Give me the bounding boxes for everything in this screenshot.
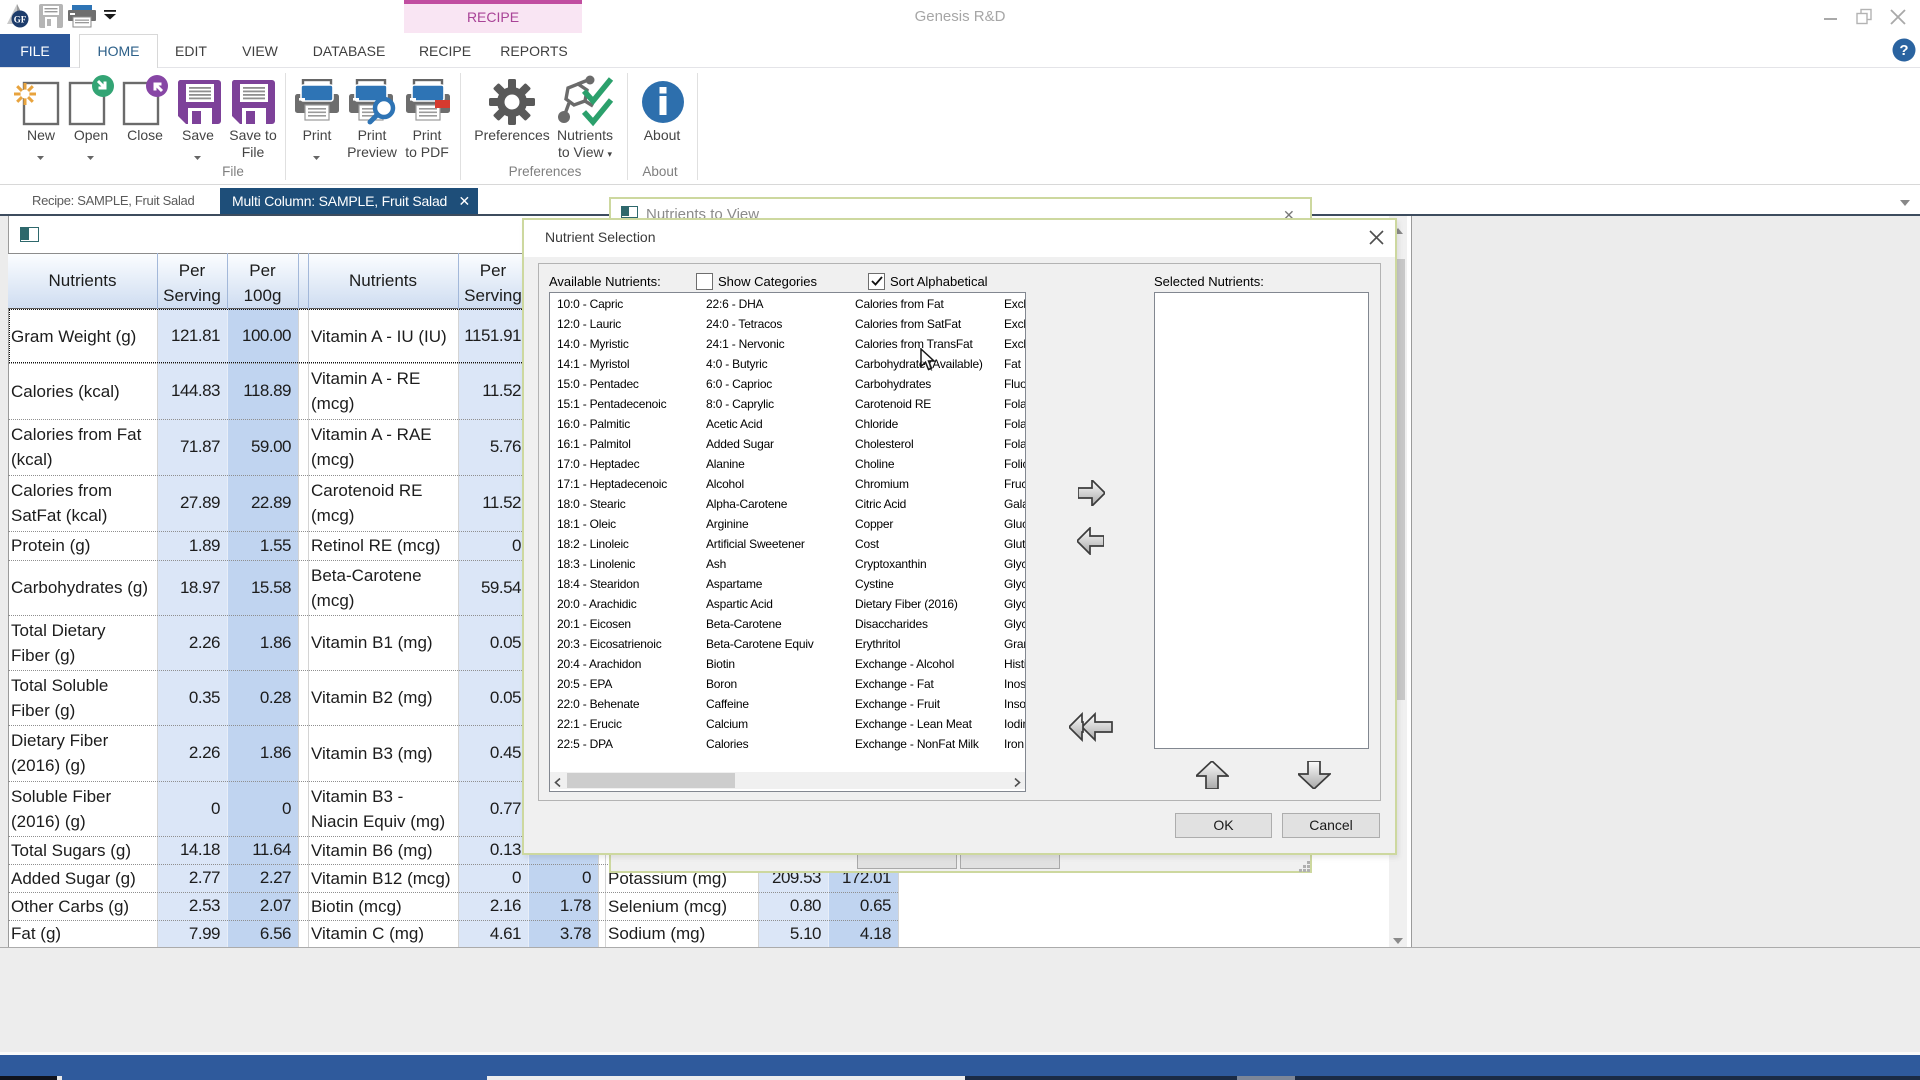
svg-text:?: ? <box>1899 42 1908 59</box>
svg-text:GF: GF <box>14 15 27 25</box>
